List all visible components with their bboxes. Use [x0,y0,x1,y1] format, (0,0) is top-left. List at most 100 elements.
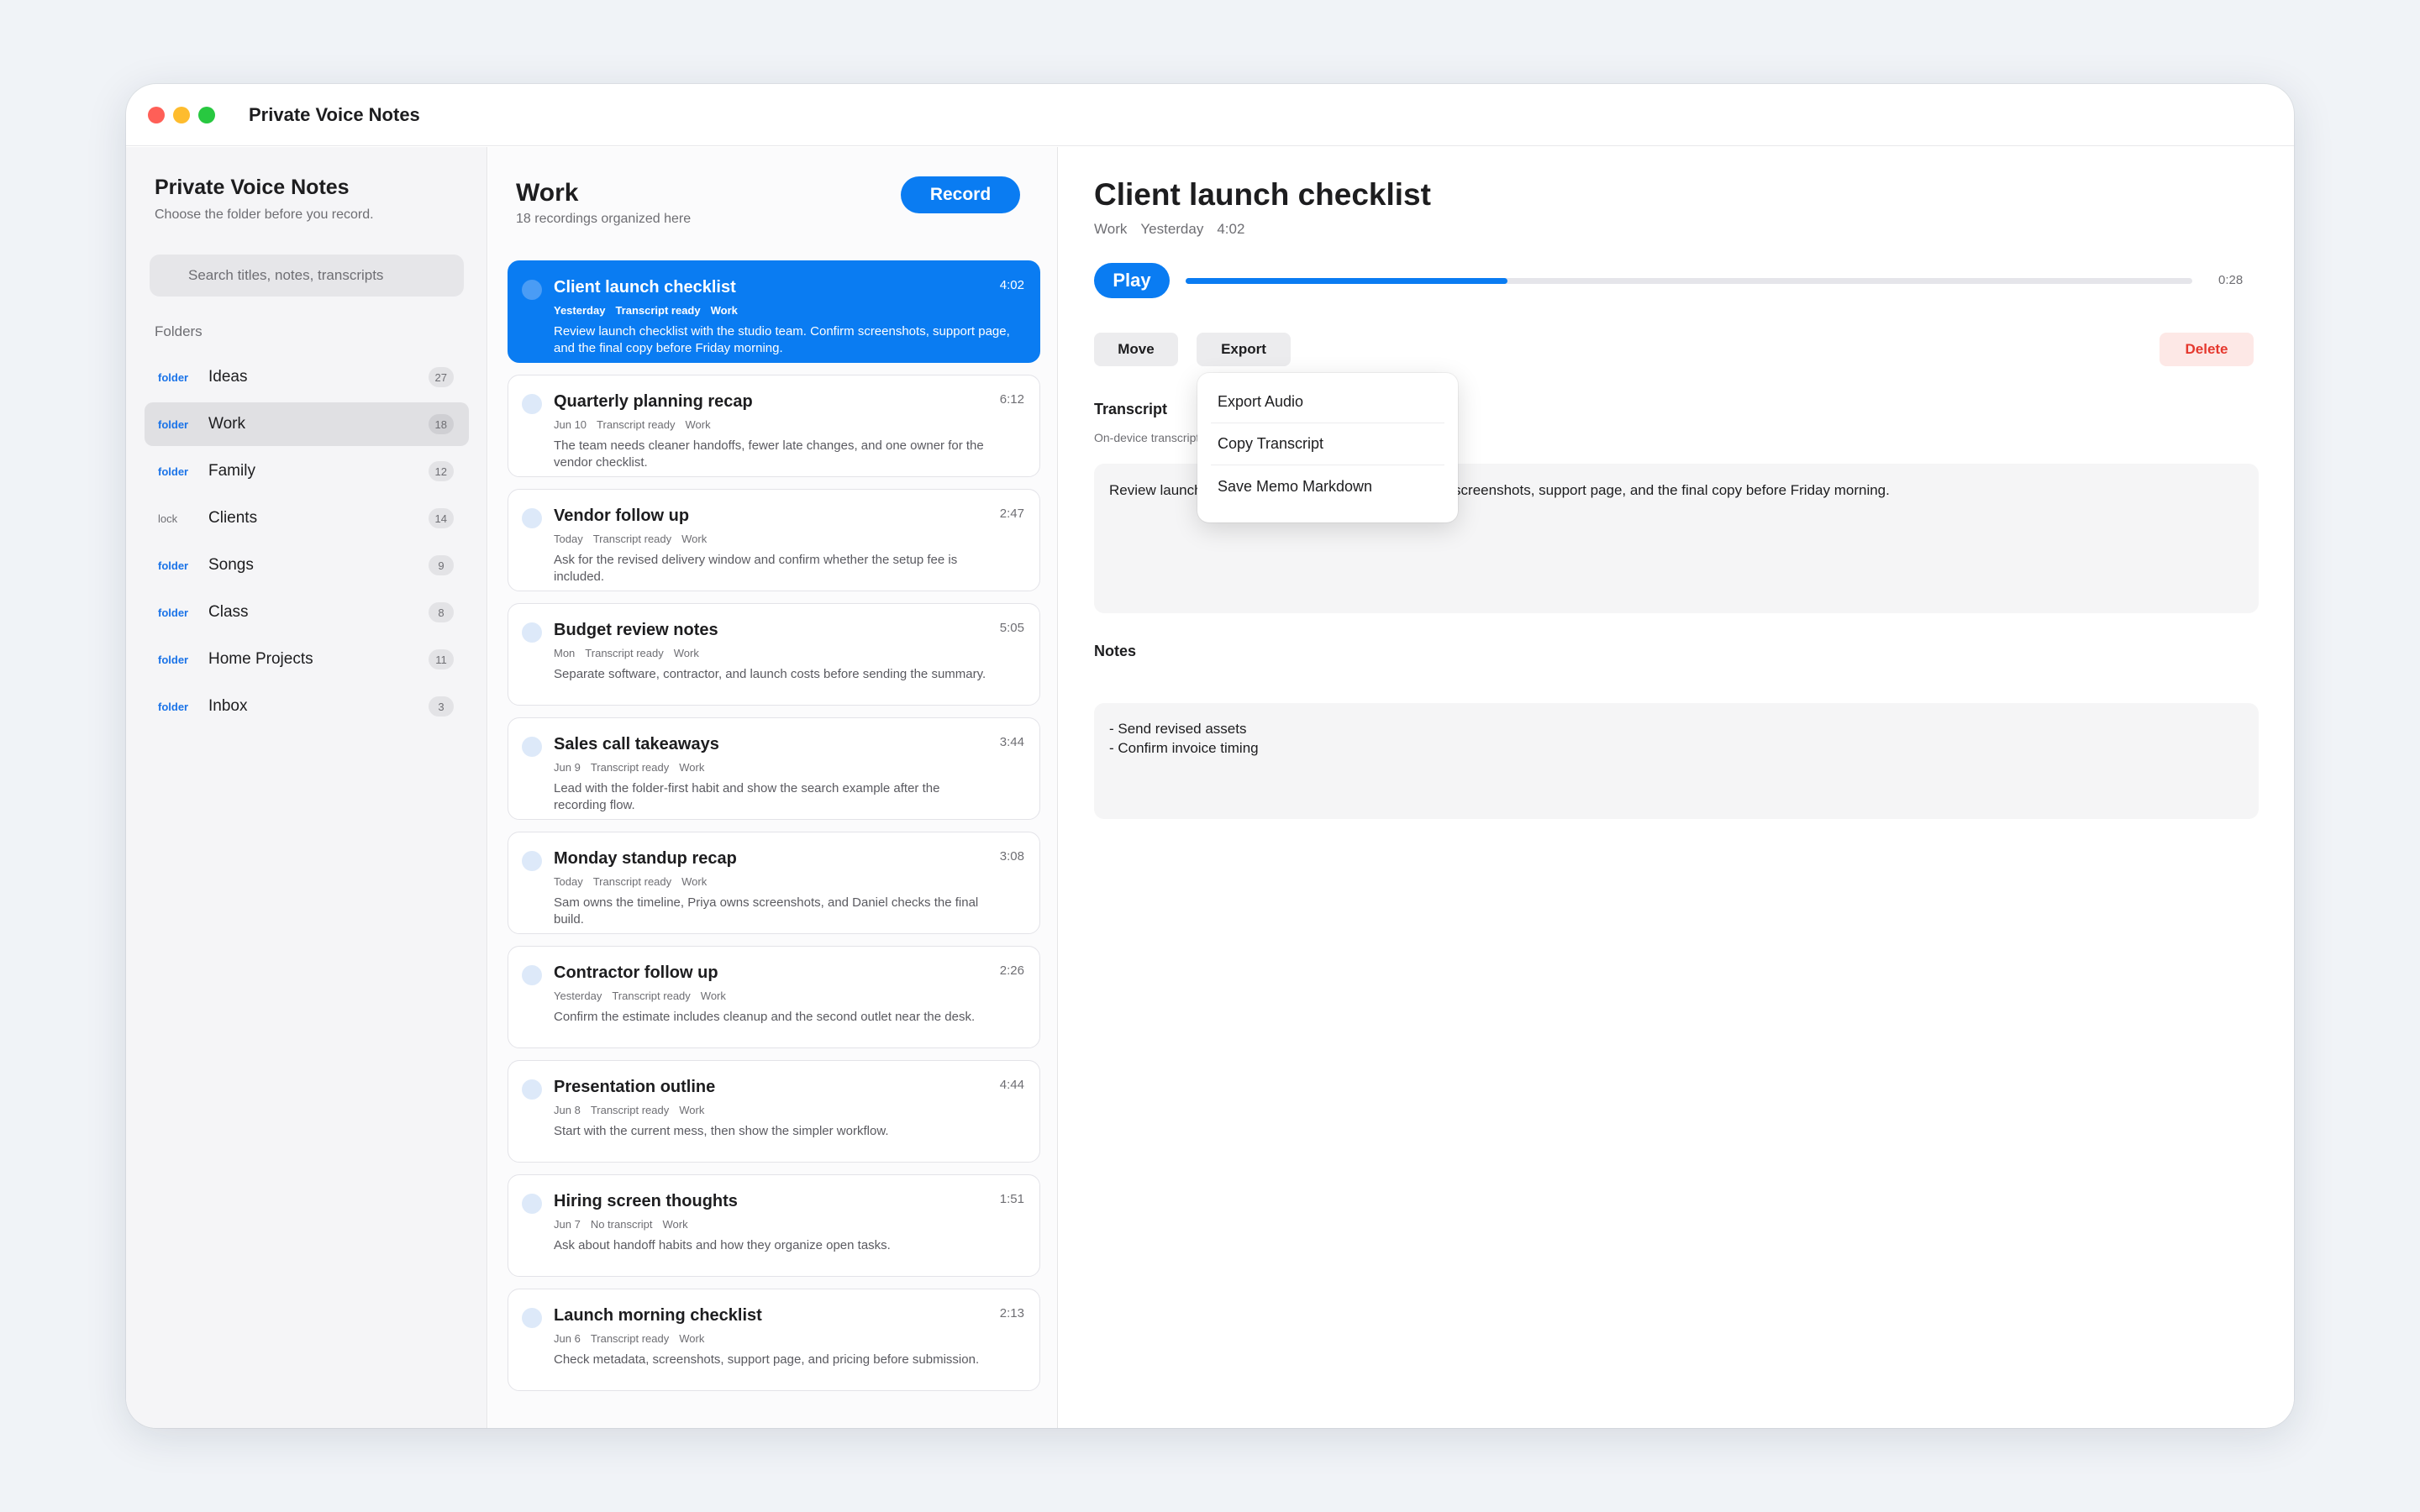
memo-row[interactable]: Vendor follow up 2:47 Today Transcript read… [508,489,1040,591]
close-window-button[interactable] [148,106,165,123]
memo-row-status: Transcript ready [615,304,701,317]
memo-row-date: Yesterday [554,304,606,317]
memo-row-meta: Jun 9 Transcript ready Work [554,761,1023,774]
memo-folder: Work [1094,221,1128,237]
sidebar-folder-clients[interactable]: lock Clients 14 [145,496,469,540]
memo-row-folder: Work [700,990,726,1002]
minimize-window-button[interactable] [173,106,190,123]
sidebar-folder-home-projects[interactable]: folder Home Projects 11 [145,638,469,681]
sidebar-folder-ideas[interactable]: folder Ideas 27 [145,355,469,399]
memo-row-meta: Jun 10 Transcript ready Work [554,418,1023,431]
title-bar: Private Voice Notes [126,84,2294,146]
memo-row-status: Transcript ready [597,418,676,431]
menu-item-copy-transcript[interactable]: Copy Transcript [1211,423,1444,465]
memo-list: Client launch checklist 4:02 Yesterday Tran… [508,260,1040,1403]
memo-row-folder: Work [679,1104,705,1116]
memo-row-title: Hiring screen thoughts [554,1192,738,1210]
memo-row[interactable]: Launch morning checklist 2:13 Jun 6 Transcr… [508,1289,1040,1391]
memo-row-snippet: Separate software, contractor, and launc… [554,667,986,681]
memo-row-title: Monday standup recap [554,849,737,868]
memo-row-status: No transcript [590,1218,653,1231]
folder-icon: folder [158,559,189,572]
playback-scrubber[interactable] [1186,278,2192,284]
memo-row-date: Jun 10 [554,418,587,431]
memo-row-title: Launch morning checklist [554,1306,762,1325]
memo-row-folder: Work [681,533,708,545]
zoom-window-button[interactable] [198,106,215,123]
memo-row-status: Transcript ready [590,1332,670,1345]
sidebar-title: Private Voice Notes [155,176,350,199]
memo-status-dot [522,280,542,300]
memo-row-duration: 5:05 [999,621,1024,635]
memo-row[interactable]: Quarterly planning recap 6:12 Jun 10 Transc… [508,375,1040,477]
memo-status-dot [522,1079,542,1100]
memo-row-date: Jun 7 [554,1218,581,1231]
record-button[interactable]: Record [901,176,1020,213]
memo-row[interactable]: Presentation outline 4:44 Jun 8 Transcript … [508,1060,1040,1163]
folder-name: Class [208,603,249,621]
memo-row-meta: Today Transcript ready Work [554,875,1023,888]
memo-row-snippet: Ask about handoff habits and how they or… [554,1238,891,1252]
folder-icon: folder [158,653,189,666]
memo-row-meta: Mon Transcript ready Work [554,647,1023,659]
recording-count: 18 recordings organized here [516,212,692,226]
memo-row[interactable]: Client launch checklist 4:02 Yesterday Tran… [508,260,1040,363]
memo-row-title: Vendor follow up [554,507,690,525]
memo-row-duration: 1:51 [999,1192,1024,1206]
menu-item-save-markdown[interactable]: Save Memo Markdown [1211,465,1444,507]
memo-row-meta: Jun 7 No transcript Work [554,1218,1023,1231]
memo-row-date: Jun 8 [554,1104,581,1116]
memo-row[interactable]: Contractor follow up 2:26 Yesterday Transcr… [508,946,1040,1048]
memo-date: Yesterday [1140,221,1204,237]
memo-title: Client launch checklist [1094,177,1431,212]
memo-status-dot [522,1194,542,1214]
move-button[interactable]: Move [1094,333,1178,366]
sidebar-folder-songs[interactable]: folder Songs 9 [145,543,469,587]
lock-icon: lock [158,512,178,525]
memo-row-duration: 3:44 [999,735,1024,749]
memo-row-duration: 2:26 [999,963,1024,978]
menu-item-export-audio[interactable]: Export Audio [1211,381,1444,423]
folder-title: Work [516,179,579,207]
memo-row-duration: 6:12 [999,392,1024,407]
sidebar-folder-family[interactable]: folder Family 12 [145,449,469,493]
search-input[interactable]: Search titles, notes, transcripts [150,255,464,297]
memo-row-meta: Yesterday Transcript ready Work [554,304,1023,317]
delete-button[interactable]: Delete [2160,333,2254,366]
memo-row[interactable]: Budget review notes 5:05 Mon Transcript rea… [508,603,1040,706]
memo-row-date: Mon [554,647,576,659]
memo-row-status: Transcript ready [590,761,670,774]
memo-row-status: Transcript ready [585,647,664,659]
memo-row-title: Sales call takeaways [554,735,719,753]
memo-status-dot [522,737,542,757]
folder-list: folder Ideas 27 folder Work 18 folder Family 12 l… [145,355,469,732]
export-button[interactable]: Export [1197,333,1291,366]
sidebar-folder-class[interactable]: folder Class 8 [145,591,469,634]
memo-row-snippet: Ask for the revised delivery window and … [554,553,958,584]
memo-row-snippet: Confirm the estimate includes cleanup an… [554,1010,976,1024]
window-title: Private Voice Notes [249,103,420,125]
memo-meta: Work Yesterday 4:02 [1094,221,1244,238]
folder-count-badge: 11 [429,649,454,669]
folder-count-badge: 14 [428,508,454,528]
memo-row[interactable]: Hiring screen thoughts 1:51 Jun 7 No transc… [508,1174,1040,1277]
memo-status-dot [522,965,542,985]
memo-row-snippet: Review launch checklist with the studio … [554,324,1010,355]
memo-row-folder: Work [685,418,711,431]
folder-count-badge: 27 [428,367,454,387]
notes-line: - Send revised assets [1109,721,1247,737]
sidebar-folder-work[interactable]: folder Work 18 [145,402,469,446]
memo-row[interactable]: Monday standup recap 3:08 Today Transcript … [508,832,1040,934]
memo-row-folder: Work [679,1332,705,1345]
folder-icon: folder [158,606,189,619]
notes-field[interactable]: - Send revised assets - Confirm invoice … [1094,703,2259,819]
memo-row[interactable]: Sales call takeaways 3:44 Jun 9 Transcript … [508,717,1040,820]
play-button[interactable]: Play [1094,263,1170,298]
export-menu: Export Audio Copy Transcript Save Memo M… [1197,373,1458,522]
memo-row-folder: Work [710,304,738,317]
memo-status-dot [522,508,542,528]
memo-duration: 4:02 [1217,221,1245,237]
folder-count-badge: 12 [428,461,454,481]
folder-name: Songs [208,556,254,574]
sidebar-folder-inbox[interactable]: folder Inbox 3 [145,685,469,728]
